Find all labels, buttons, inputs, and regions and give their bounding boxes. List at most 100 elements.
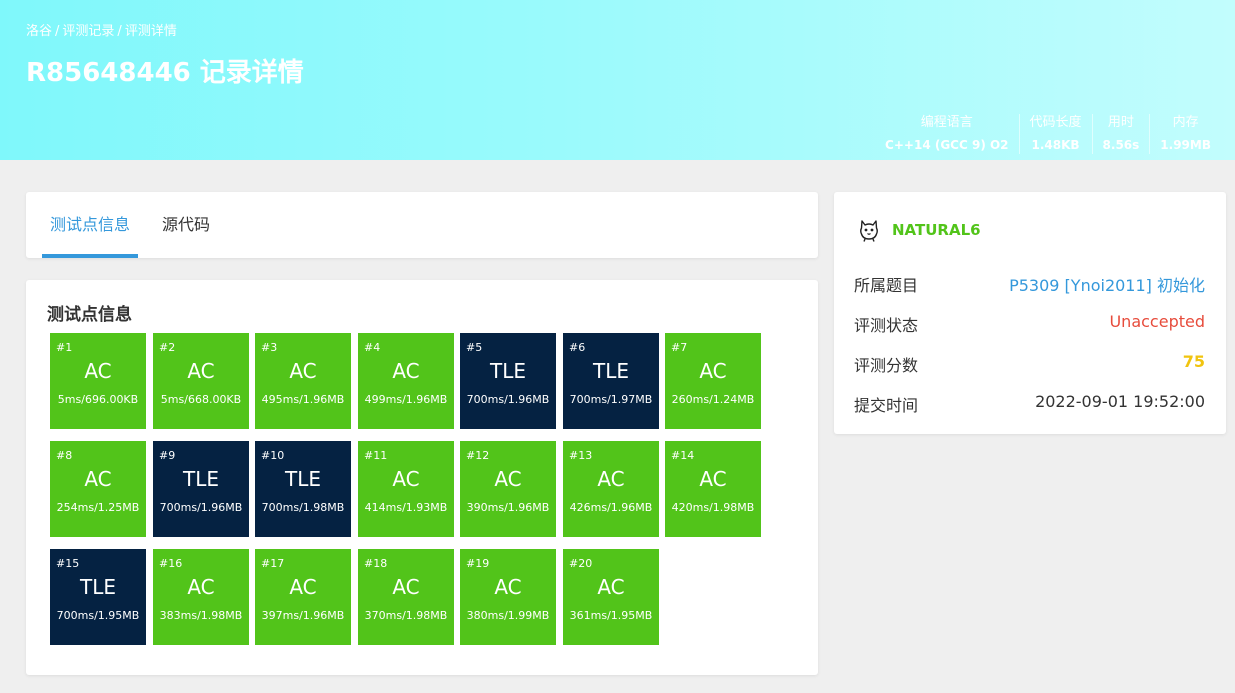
test-case-status: AC [84, 467, 112, 491]
test-case-tile[interactable]: #16 AC 383ms/1.98MB [153, 549, 249, 645]
test-case-resource: 390ms/1.96MB [466, 501, 550, 514]
test-case-tile[interactable]: #2 AC 5ms/668.00KB [153, 333, 249, 429]
test-case-tile[interactable]: #18 AC 370ms/1.98MB [358, 549, 454, 645]
test-case-status: AC [597, 467, 625, 491]
problem-link[interactable]: P5309 [Ynoi2011] 初始化 [1009, 272, 1205, 295]
test-case-resource: 499ms/1.96MB [364, 393, 448, 406]
test-case-resource: 260ms/1.24MB [671, 393, 755, 406]
test-case-resource: 370ms/1.98MB [364, 609, 448, 622]
test-case-number: #11 [364, 449, 388, 462]
test-case-tile[interactable]: #20 AC 361ms/1.95MB [563, 549, 659, 645]
test-case-resource: 397ms/1.96MB [261, 609, 345, 622]
test-case-status: AC [392, 467, 420, 491]
test-case-number: #7 [671, 341, 688, 354]
username-link[interactable]: NATURAL6 [892, 221, 981, 239]
test-case-tile[interactable]: #15 TLE 700ms/1.95MB [50, 549, 146, 645]
status-value: Unaccepted [1109, 312, 1205, 331]
stat-label: 代码长度 [1029, 115, 1082, 130]
test-case-tile[interactable]: #7 AC 260ms/1.24MB [665, 333, 761, 429]
test-case-number: #8 [56, 449, 73, 462]
breadcrumb-home-link[interactable]: 洛谷 [26, 24, 52, 39]
stat-label: 用时 [1107, 115, 1134, 130]
breadcrumb-separator: / [55, 24, 60, 39]
test-case-tile[interactable]: #13 AC 426ms/1.96MB [563, 441, 659, 537]
cat-avatar-icon [860, 220, 878, 242]
test-case-number: #1 [56, 341, 73, 354]
stat-time: 用时 8.56s [1091, 114, 1150, 154]
test-case-resource: 5ms/668.00KB [160, 393, 242, 406]
test-case-resource: 700ms/1.95MB [56, 609, 140, 622]
test-case-number: #19 [466, 557, 490, 570]
test-case-resource: 700ms/1.97MB [569, 393, 653, 406]
breadcrumb-separator: / [117, 24, 122, 39]
test-case-number: #3 [261, 341, 278, 354]
test-case-number: #13 [569, 449, 593, 462]
test-case-status: TLE [285, 467, 321, 491]
test-case-resource: 383ms/1.98MB [159, 609, 243, 622]
breadcrumb-current: 评测详情 [124, 24, 177, 39]
test-case-status: AC [494, 467, 522, 491]
test-case-status: AC [289, 359, 317, 383]
test-case-status: AC [187, 359, 215, 383]
test-case-tile[interactable]: #10 TLE 700ms/1.98MB [255, 441, 351, 537]
test-case-status: AC [392, 575, 420, 599]
info-key: 评测分数 [854, 356, 919, 375]
test-case-tile[interactable]: #3 AC 495ms/1.96MB [255, 333, 351, 429]
test-case-resource: 380ms/1.99MB [466, 609, 550, 622]
page-header: 洛谷 / 评测记录 / 评测详情 R85648446 记录详情 编程语言 C++14 (… [0, 0, 1235, 160]
test-case-tile[interactable]: #6 TLE 700ms/1.97MB [563, 333, 659, 429]
test-case-resource: 700ms/1.96MB [159, 501, 243, 514]
tab-source-code[interactable]: 源代码 [162, 192, 210, 258]
test-case-tile[interactable]: #14 AC 420ms/1.98MB [665, 441, 761, 537]
stat-value: 1.48KB [1031, 138, 1080, 152]
stat-value: 8.56s [1102, 138, 1140, 152]
stat-value: C++14 (GCC 9) O2 [885, 138, 1009, 152]
active-tab-indicator [42, 254, 138, 258]
breadcrumb-records-link[interactable]: 评测记录 [62, 24, 114, 39]
info-row-status: 评测状态 Unaccepted [854, 312, 1205, 335]
test-case-tile[interactable]: #17 AC 397ms/1.96MB [255, 549, 351, 645]
user-row: NATURAL6 [858, 216, 981, 244]
test-case-tile[interactable]: #1 AC 5ms/696.00KB [50, 333, 146, 429]
test-case-resource: 426ms/1.96MB [569, 501, 653, 514]
stat-label: 内存 [1172, 115, 1199, 130]
test-case-tile[interactable]: #9 TLE 700ms/1.96MB [153, 441, 249, 537]
test-case-status: TLE [593, 359, 629, 383]
test-case-number: #20 [569, 557, 593, 570]
test-case-resource: 361ms/1.95MB [569, 609, 653, 622]
test-case-number: #10 [261, 449, 285, 462]
test-case-number: #18 [364, 557, 388, 570]
submit-time-value: 2022-09-01 19:52:00 [1035, 392, 1205, 411]
test-case-status: TLE [490, 359, 526, 383]
stat-memory: 内存 1.99MB [1149, 114, 1221, 154]
test-case-number: #17 [261, 557, 285, 570]
record-stats: 编程语言 C++14 (GCC 9) O2 代码长度 1.48KB 用时 8.5… [875, 114, 1221, 154]
info-key: 所属题目 [854, 276, 919, 295]
test-case-tile[interactable]: #11 AC 414ms/1.93MB [358, 441, 454, 537]
test-case-tile[interactable]: #5 TLE 700ms/1.96MB [460, 333, 556, 429]
test-case-tile[interactable]: #12 AC 390ms/1.96MB [460, 441, 556, 537]
info-key: 评测状态 [854, 316, 919, 335]
test-case-status: AC [289, 575, 317, 599]
test-case-status: AC [187, 575, 215, 599]
stat-value: 1.99MB [1160, 138, 1211, 152]
test-case-resource: 495ms/1.96MB [261, 393, 345, 406]
test-case-number: #15 [56, 557, 80, 570]
stat-code-length: 代码长度 1.48KB [1018, 114, 1092, 154]
test-case-tile[interactable]: #19 AC 380ms/1.99MB [460, 549, 556, 645]
test-case-status: AC [699, 359, 727, 383]
tab-test-cases[interactable]: 测试点信息 [50, 192, 130, 258]
test-case-status: TLE [80, 575, 116, 599]
test-case-tile[interactable]: #8 AC 254ms/1.25MB [50, 441, 146, 537]
tabs-card: 测试点信息 源代码 [26, 192, 818, 258]
test-cases-card: 测试点信息 #1 AC 5ms/696.00KB #2 AC 5ms/668.00KB #3… [26, 280, 818, 675]
test-case-tile[interactable]: #4 AC 499ms/1.96MB [358, 333, 454, 429]
record-info-card: NATURAL6 所属题目 P5309 [Ynoi2011] 初始化 评测状态 … [834, 192, 1226, 434]
info-row-submit-time: 提交时间 2022-09-01 19:52:00 [854, 392, 1205, 415]
test-case-number: #4 [364, 341, 381, 354]
test-case-resource: 700ms/1.98MB [261, 501, 345, 514]
test-case-number: #14 [671, 449, 695, 462]
breadcrumb: 洛谷 / 评测记录 / 评测详情 [26, 20, 177, 39]
page-title: R85648446 记录详情 [26, 58, 304, 88]
test-case-number: #6 [569, 341, 586, 354]
